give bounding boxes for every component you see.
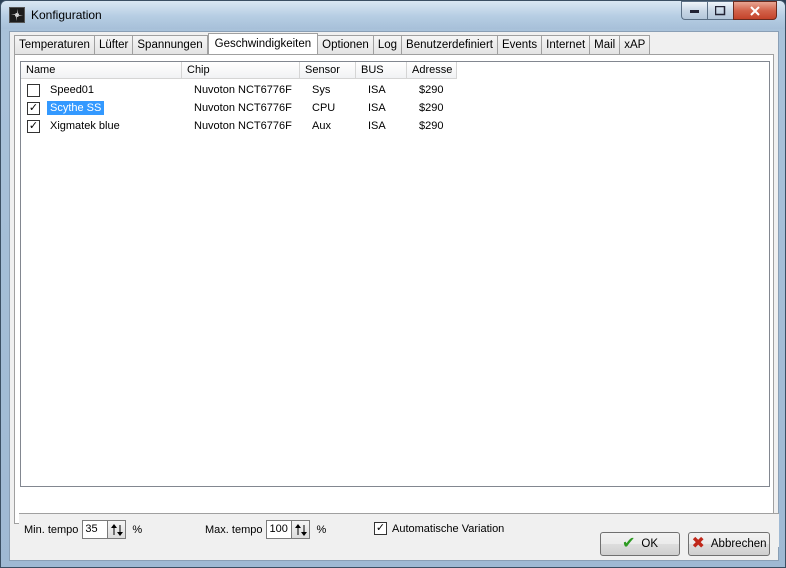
row-checkbox[interactable]: ✓ — [27, 101, 40, 115]
row-bus: ISA — [368, 102, 386, 114]
tab-events[interactable]: Events — [497, 35, 543, 54]
ok-button-label: OK — [641, 538, 659, 550]
fan-list[interactable]: Name Chip Sensor BUS Adresse Speed01 Nuvoton … — [20, 61, 770, 487]
row-checkbox[interactable] — [27, 83, 40, 97]
row-sensor: Aux — [312, 120, 331, 132]
tab-temperaturen[interactable]: Temperaturen — [14, 35, 95, 54]
tab-mail[interactable]: Mail — [590, 35, 621, 54]
max-tempo-input[interactable]: 100 — [266, 520, 293, 539]
name-cell: Xigmatek blue — [46, 120, 188, 132]
list-item[interactable]: ✓ Scythe SS Nuvoton NCT6776F CPU ISA $290 — [21, 99, 463, 117]
tab-spannungen[interactable]: Spannungen — [133, 35, 208, 54]
row-bus: ISA — [368, 120, 386, 132]
list-rows: Speed01 Nuvoton NCT6776F Sys ISA $290 ✓ Scythe… — [21, 81, 463, 135]
min-tempo-input[interactable]: 35 — [82, 520, 109, 539]
row-chip: Nuvoton NCT6776F — [194, 102, 292, 114]
tab-geschwindigkeiten[interactable]: Geschwindigkeiten — [207, 33, 319, 54]
minimize-button[interactable] — [681, 1, 707, 20]
row-chip: Nuvoton NCT6776F — [194, 84, 292, 96]
column-header-chip[interactable]: Chip — [182, 62, 300, 79]
row-name: Scythe SS — [47, 101, 105, 115]
config-window: Konfiguration Temperaturen Lüfter Spannung… — [0, 0, 786, 568]
app-fan-icon — [9, 7, 25, 23]
tab-panel-geschwindigkeiten: Name Chip Sensor BUS Adresse Speed01 Nuvoton … — [14, 54, 779, 547]
row-checkbox[interactable]: ✓ — [27, 119, 40, 133]
check-mark-icon: ✓ — [375, 522, 386, 534]
row-name: Xigmatek blue — [50, 120, 120, 132]
max-tempo-unit: % — [316, 523, 327, 536]
dialog-client-area: Temperaturen Lüfter Spannungen Geschwindigk… — [9, 31, 779, 561]
row-sensor: CPU — [312, 102, 336, 114]
column-header-adresse[interactable]: Adresse — [407, 62, 457, 79]
auto-variation-label: Automatische Variation — [392, 522, 505, 535]
max-tempo-spinner[interactable] — [292, 520, 311, 539]
max-tempo-label: Max. tempo — [205, 523, 263, 536]
column-header-name[interactable]: Name — [21, 62, 182, 79]
tab-internet[interactable]: Internet — [542, 35, 591, 54]
row-sensor: Sys — [312, 84, 331, 96]
close-button[interactable] — [733, 1, 777, 20]
cancel-button[interactable]: ✖ Abbrechen — [688, 532, 770, 556]
up-down-arrows-icon — [294, 523, 307, 536]
cancel-button-label: Abbrechen — [710, 538, 767, 550]
auto-variation-checkbox[interactable]: ✓ Automatische Variation — [374, 522, 504, 535]
tab-l-fter[interactable]: Lüfter — [94, 35, 134, 54]
name-cell: Scythe SS — [46, 101, 188, 115]
min-tempo-unit: % — [132, 523, 143, 536]
check-icon: ✔ — [621, 535, 636, 552]
min-tempo-spinner[interactable] — [108, 520, 127, 539]
title-bar[interactable]: Konfiguration — [1, 1, 785, 29]
row-bus: ISA — [368, 84, 386, 96]
name-cell: Speed01 — [46, 84, 188, 96]
row-name: Speed01 — [50, 84, 95, 96]
column-header-bus[interactable]: BUS — [356, 62, 407, 79]
min-tempo-group: Min. tempo 35 % — [24, 520, 142, 539]
tab-strip: Temperaturen Lüfter Spannungen Geschwindigk… — [14, 33, 651, 54]
auto-variation-check-box[interactable]: ✓ — [374, 522, 387, 535]
check-mark-icon: ✓ — [28, 101, 39, 114]
list-item[interactable]: ✓ Xigmatek blue Nuvoton NCT6776F Aux ISA $290 — [21, 117, 463, 135]
row-address: $290 — [419, 84, 444, 96]
up-down-arrows-icon — [110, 523, 123, 536]
list-item[interactable]: Speed01 Nuvoton NCT6776F Sys ISA $290 — [21, 81, 463, 99]
tab-benutzerdefiniert[interactable]: Benutzerdefiniert — [402, 35, 498, 54]
min-tempo-label: Min. tempo — [24, 523, 79, 536]
tab-log[interactable]: Log — [373, 35, 403, 54]
row-chip: Nuvoton NCT6776F — [194, 120, 292, 132]
maximize-button[interactable] — [707, 1, 733, 20]
tab-optionen[interactable]: Optionen — [318, 35, 374, 54]
tab-xap[interactable]: xAP — [620, 35, 651, 54]
list-header: Name Chip Sensor BUS Adresse — [21, 62, 457, 79]
ok-button[interactable]: ✔ OK — [600, 532, 680, 556]
row-address: $290 — [419, 102, 444, 114]
column-header-sensor[interactable]: Sensor — [300, 62, 356, 79]
max-tempo-group: Max. tempo 100 % — [205, 520, 326, 539]
x-icon: ✖ — [691, 535, 705, 552]
row-address: $290 — [419, 120, 444, 132]
window-title: Konfiguration — [31, 8, 102, 22]
check-mark-icon: ✓ — [28, 119, 39, 132]
